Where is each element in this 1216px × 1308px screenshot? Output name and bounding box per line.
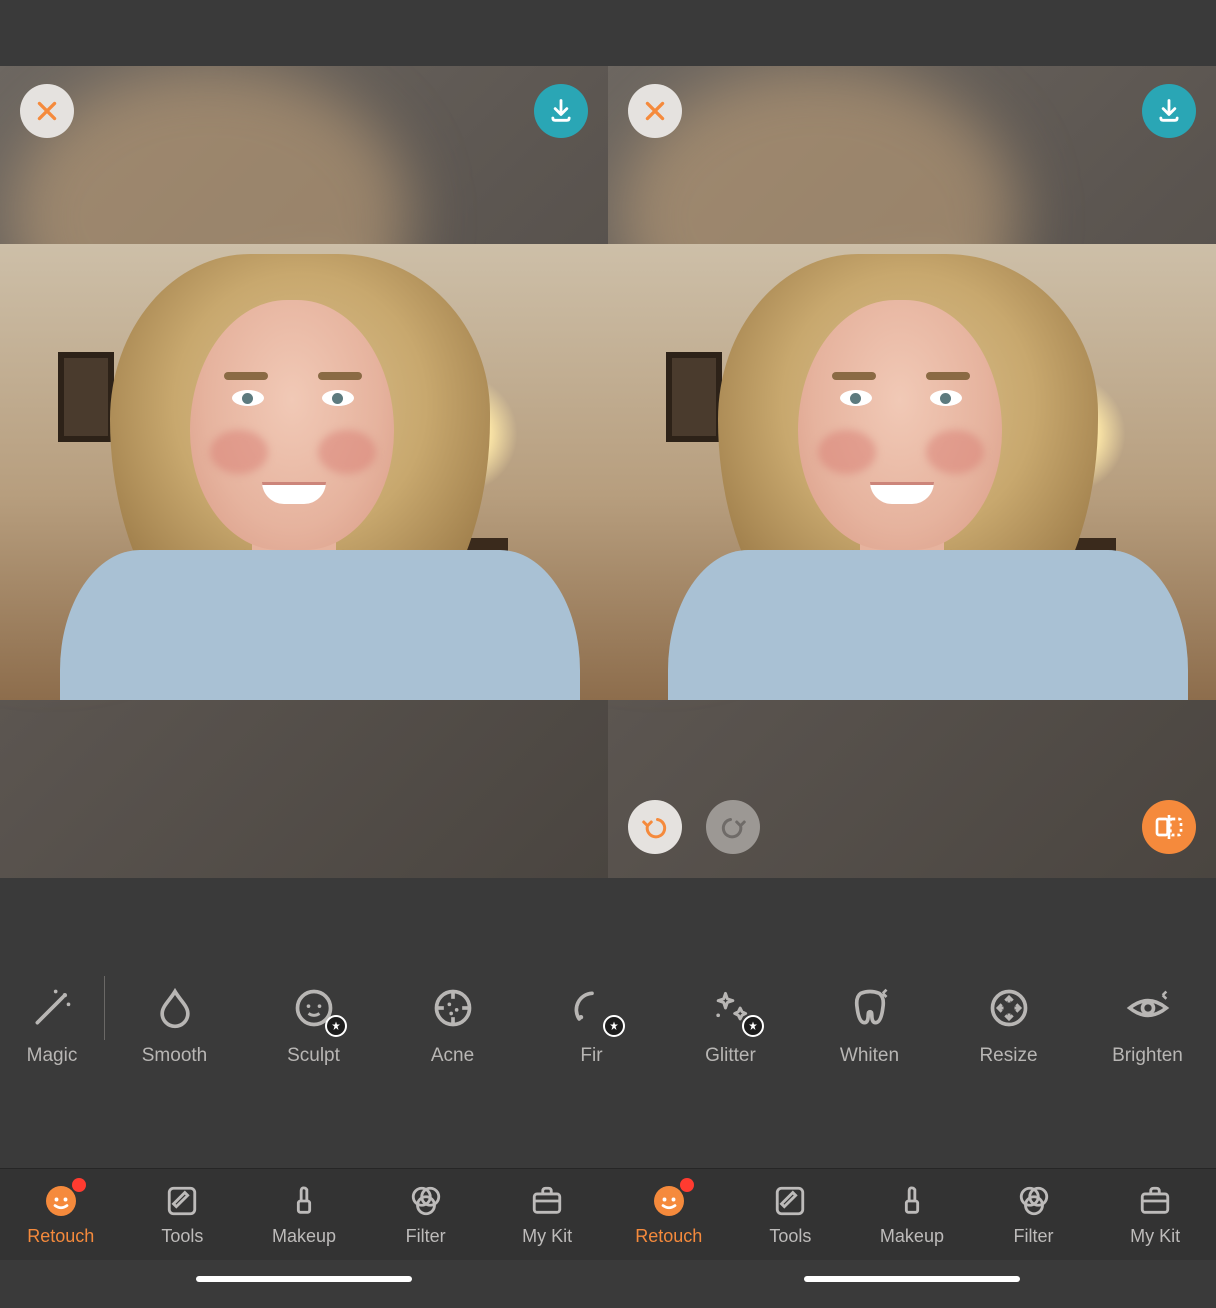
pencil-square-icon (771, 1182, 809, 1220)
premium-badge-icon (742, 1015, 764, 1037)
close-button[interactable] (628, 84, 682, 138)
nav-tools[interactable]: Tools (730, 1169, 852, 1260)
nav-label: My Kit (522, 1226, 572, 1247)
wand-icon (29, 985, 75, 1031)
photo-canvas[interactable] (0, 244, 608, 700)
retouch-face-icon (650, 1182, 688, 1220)
droplet-icon (152, 985, 198, 1031)
tool-acne[interactable]: Acne (383, 985, 522, 1067)
notification-dot-icon (72, 1178, 86, 1192)
tool-label: Whiten (840, 1045, 899, 1067)
top-controls (628, 84, 1196, 138)
kit-icon (1136, 1182, 1174, 1220)
home-indicator-row (0, 1260, 1216, 1308)
top-controls (20, 84, 588, 138)
nav-tools[interactable]: Tools (122, 1169, 244, 1260)
tool-label: Magic (27, 1045, 78, 1067)
tool-label: Sculpt (287, 1045, 340, 1067)
nav-filter[interactable]: Filter (973, 1169, 1095, 1260)
tool-label: Resize (979, 1045, 1037, 1067)
tool-glitter[interactable]: Glitter (661, 985, 800, 1067)
download-button[interactable] (534, 84, 588, 138)
compare-split-icon (1153, 811, 1185, 843)
tool-label: Acne (431, 1045, 474, 1067)
nav-label: Retouch (27, 1226, 94, 1247)
venn-icon (407, 1182, 445, 1220)
tool-label: Fir (580, 1045, 602, 1067)
nav-mykit[interactable]: My Kit (1094, 1169, 1216, 1260)
editor-pane-right (608, 66, 1216, 878)
pencil-square-icon (163, 1182, 201, 1220)
venn-icon (1015, 1182, 1053, 1220)
nav-retouch[interactable]: Retouch (0, 1169, 122, 1260)
nav-label: Retouch (635, 1226, 702, 1247)
bottom-controls (628, 800, 1196, 854)
page-top-gap (0, 0, 1216, 66)
tool-smooth[interactable]: Smooth (105, 985, 244, 1067)
firm-arc-icon (569, 985, 615, 1031)
nav-mykit[interactable]: My Kit (486, 1169, 608, 1260)
tool-label: Glitter (705, 1045, 756, 1067)
notification-dot-icon (680, 1178, 694, 1192)
nav-retouch[interactable]: Retouch (608, 1169, 730, 1260)
tooth-icon (847, 985, 893, 1031)
lipstick-icon (893, 1182, 931, 1220)
nav-label: My Kit (1130, 1226, 1180, 1247)
undo-icon (640, 812, 670, 842)
close-icon (642, 98, 668, 124)
nav-makeup[interactable]: Makeup (243, 1169, 365, 1260)
download-icon (1155, 97, 1183, 125)
nav-makeup[interactable]: Makeup (851, 1169, 973, 1260)
redo-button[interactable] (706, 800, 760, 854)
tool-whiten[interactable]: Whiten (800, 985, 939, 1067)
nav-label: Tools (769, 1226, 811, 1247)
tool-label: Brighten (1112, 1045, 1183, 1067)
close-button[interactable] (20, 84, 74, 138)
acne-target-icon (430, 985, 476, 1031)
nav-label: Makeup (880, 1226, 944, 1247)
eye-sparkle-icon (1125, 985, 1171, 1031)
tool-brighten[interactable]: Brighten (1078, 985, 1216, 1067)
download-icon (547, 97, 575, 125)
premium-badge-icon (325, 1015, 347, 1037)
close-icon (34, 98, 60, 124)
retouch-tool-strip[interactable]: Magic Smooth Sculpt Acne Fir Glitter (0, 960, 1216, 1092)
retouch-face-icon (42, 1182, 80, 1220)
nav-label: Filter (406, 1226, 446, 1247)
nav-label: Makeup (272, 1226, 336, 1247)
compare-split-button[interactable] (1142, 800, 1196, 854)
tool-firm[interactable]: Fir (522, 985, 661, 1067)
nav-label: Filter (1014, 1226, 1054, 1247)
nav-filter[interactable]: Filter (365, 1169, 487, 1260)
tool-resize[interactable]: Resize (939, 985, 1078, 1067)
home-indicator (804, 1276, 1020, 1282)
kit-icon (528, 1182, 566, 1220)
lipstick-icon (285, 1182, 323, 1220)
premium-badge-icon (603, 1015, 625, 1037)
stars-icon (708, 985, 754, 1031)
photo-canvas[interactable] (608, 244, 1216, 700)
download-button[interactable] (1142, 84, 1196, 138)
bottom-nav: Retouch Tools Makeup Filter My Kit (0, 1168, 1216, 1260)
nav-label: Tools (161, 1226, 203, 1247)
tool-sculpt[interactable]: Sculpt (244, 985, 383, 1067)
undo-button[interactable] (628, 800, 682, 854)
resize-circle-icon (986, 985, 1032, 1031)
tool-magic[interactable]: Magic (0, 985, 104, 1067)
face-mesh-icon (291, 985, 337, 1031)
home-indicator (196, 1276, 412, 1282)
editor-panes (0, 66, 1216, 878)
redo-icon (718, 812, 748, 842)
tool-label: Smooth (142, 1045, 207, 1067)
editor-pane-left (0, 66, 608, 878)
